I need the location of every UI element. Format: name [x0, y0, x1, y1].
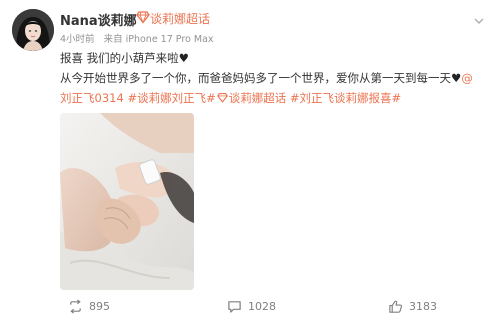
- post-meta: 4小时前 来自 iPhone 17 Pro Max: [60, 31, 214, 45]
- post-text-line-1: 报喜 我们的小葫芦来啦♥: [60, 48, 490, 68]
- chevron-down-icon[interactable]: [472, 14, 486, 28]
- post-text-line-2: 从今开始世界多了一个你，而爸爸妈妈多了一个世界，爱你从第一天到每一天♥@: [60, 68, 490, 88]
- supertopic-diamond-icon: [216, 93, 228, 103]
- mention-link[interactable]: 刘正飞0314: [60, 91, 124, 105]
- comment-icon: [228, 300, 241, 313]
- heart-icon: ♥: [178, 51, 189, 65]
- repost-button[interactable]: 895: [68, 298, 110, 314]
- like-button[interactable]: 3183: [388, 298, 437, 314]
- repost-count: 895: [89, 299, 110, 313]
- post-time[interactable]: 4小时前: [60, 34, 95, 45]
- text-message: 从今开始世界多了一个你，而爸爸妈妈多了一个世界，爱你从第一天到每一天: [60, 71, 451, 85]
- topic-link-2[interactable]: 谈莉娜超话: [229, 91, 287, 105]
- thumbs-up-icon: [389, 300, 403, 313]
- comment-count: 1028: [248, 299, 276, 313]
- supertopic-link[interactable]: 谈莉娜超话: [150, 10, 210, 27]
- username[interactable]: Nana谈莉娜: [60, 10, 137, 29]
- action-bar: 895 1028 3183: [0, 296, 500, 316]
- mention-at[interactable]: @: [461, 71, 473, 85]
- avatar[interactable]: [12, 9, 54, 51]
- supertopic-diamond-icon: [136, 11, 150, 24]
- text-announcement: 报喜 我们的小葫芦来啦: [60, 51, 179, 65]
- post-photo[interactable]: [60, 113, 194, 290]
- comment-button[interactable]: 1028: [227, 298, 276, 314]
- post-text: 报喜 我们的小葫芦来啦♥ 从今开始世界多了一个你，而爸爸妈妈多了一个世界，爱你从…: [60, 48, 490, 108]
- topic-link-3[interactable]: #刘正飞谈莉娜报喜#: [290, 91, 401, 105]
- heart-icon: ♥: [451, 71, 462, 85]
- post-source: 来自 iPhone 17 Pro Max: [103, 34, 214, 45]
- topic-link-1[interactable]: #谈莉娜刘正飞#: [127, 91, 215, 105]
- like-count: 3183: [409, 299, 437, 313]
- post-text-line-3: 刘正飞0314 #谈莉娜刘正飞# 谈莉娜超话 #刘正飞谈莉娜报喜#: [60, 88, 490, 108]
- weibo-post: Nana谈莉娜 谈莉娜超话 4小时前 来自 iPhone 17 Pro Max …: [0, 0, 500, 319]
- repost-icon: [70, 298, 81, 314]
